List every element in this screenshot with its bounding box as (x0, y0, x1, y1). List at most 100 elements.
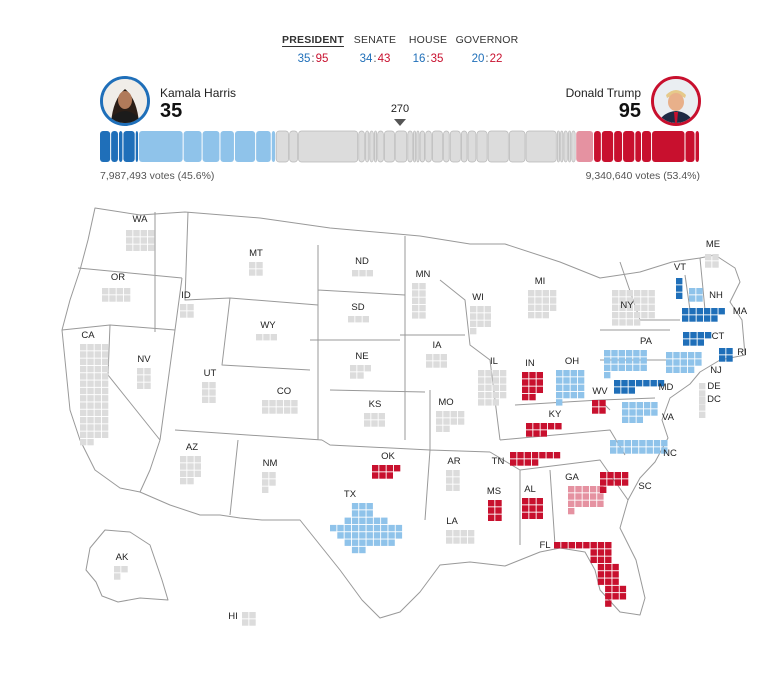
ev-tile-ca-27 (101, 387, 109, 395)
state-label-tn[interactable]: TN (492, 456, 505, 467)
state-label-ms[interactable]: MS (487, 486, 501, 497)
ev-tile-ca-6 (94, 351, 101, 358)
ev-tile-mo-2 (450, 411, 457, 418)
ev-tile-nc-14 (653, 447, 661, 454)
state-label-mt[interactable]: MT (249, 248, 263, 259)
state-label-de[interactable]: DE (707, 381, 720, 392)
state-label-wa[interactable]: WA (133, 214, 149, 225)
state-label-ky[interactable]: KY (549, 409, 562, 420)
ev-tile-mo-6 (450, 418, 457, 425)
state-label-ks[interactable]: KS (369, 399, 382, 410)
ev-tile-wv-0 (592, 400, 599, 407)
ev-tile-nj-5 (666, 359, 673, 366)
ev-tile-nv-1 (144, 368, 151, 375)
ev-tile-ny-22 (641, 311, 648, 319)
state-label-va[interactable]: VA (662, 412, 675, 423)
ev-tile-pa-13 (611, 364, 618, 371)
state-label-ny[interactable]: NY (620, 300, 634, 311)
ev-tile-ar-0 (446, 470, 453, 477)
state-label-mo[interactable]: MO (438, 397, 453, 408)
ev-tile-co-9 (291, 407, 298, 414)
state-label-fl[interactable]: FL (539, 540, 550, 551)
state-label-ia[interactable]: IA (433, 340, 443, 351)
state-label-sc[interactable]: SC (638, 481, 651, 492)
ev-tile-md-0 (614, 380, 621, 387)
state-label-sd[interactable]: SD (351, 302, 364, 313)
state-label-ct[interactable]: CT (712, 331, 725, 342)
ev-tile-va-10 (622, 416, 629, 423)
ev-tile-ga-1 (575, 486, 582, 493)
ev-tile-mi-0 (528, 290, 535, 297)
state-label-pa[interactable]: PA (640, 336, 653, 347)
state-label-ma[interactable]: MA (733, 306, 748, 317)
ev-tile-ia-1 (433, 354, 440, 361)
ev-tile-ky-3 (547, 423, 555, 430)
ev-tile-ne-0 (350, 365, 357, 372)
ev-tile-ga-10 (568, 500, 575, 507)
ev-tile-co-7 (276, 407, 283, 414)
ev-tile-tx-11 (381, 517, 388, 524)
state-label-nv[interactable]: NV (137, 354, 151, 365)
state-label-hi[interactable]: HI (228, 611, 238, 622)
ev-tile-oh-8 (556, 384, 563, 391)
state-label-in[interactable]: IN (525, 358, 535, 369)
ev-tile-hi-3 (249, 619, 256, 626)
ev-tile-sd-0 (348, 316, 355, 323)
ev-tile-ca-44 (80, 424, 87, 431)
state-label-ak[interactable]: AK (116, 552, 129, 563)
state-label-wy[interactable]: WY (260, 320, 276, 331)
ev-tile-tn-0 (510, 452, 517, 459)
ev-tile-ak-0 (114, 566, 121, 573)
state-label-co[interactable]: CO (277, 386, 291, 397)
state-label-il[interactable]: IL (490, 356, 498, 367)
ev-tile-tx-39 (359, 546, 366, 554)
state-label-az[interactable]: AZ (186, 442, 198, 453)
ev-bar-segment-va (220, 131, 234, 162)
ev-bar-segment-id (365, 130, 370, 163)
state-label-ne[interactable]: NE (355, 351, 368, 362)
state-label-dc[interactable]: DC (707, 394, 721, 405)
state-label-nc[interactable]: NC (663, 448, 677, 459)
state-label-or[interactable]: OR (111, 272, 125, 283)
state-label-nh[interactable]: NH (709, 290, 723, 301)
state-label-nm[interactable]: NM (263, 458, 278, 469)
ev-tile-ca-48 (80, 431, 87, 438)
ev-tile-wa-7 (147, 237, 155, 244)
ev-tile-ak-1 (121, 566, 128, 573)
ev-tile-il-8 (478, 384, 485, 391)
ev-tile-ca-40 (80, 417, 87, 424)
ev-bar-segment-ny (525, 130, 557, 163)
ev-tile-tn-6 (553, 452, 561, 459)
state-label-mn[interactable]: MN (416, 269, 431, 280)
state-label-tx[interactable]: TX (344, 489, 357, 500)
ev-tile-ok-2 (386, 465, 393, 472)
state-label-nd[interactable]: ND (355, 256, 369, 267)
state-label-ri[interactable]: RI (737, 347, 747, 358)
state-label-mi[interactable]: MI (535, 276, 546, 287)
state-label-ga[interactable]: GA (565, 472, 579, 483)
state-label-ar[interactable]: AR (447, 456, 460, 467)
state-label-ca[interactable]: CA (81, 330, 95, 341)
ev-tile-nc-11 (631, 447, 639, 454)
ev-tile-ne-4 (357, 372, 364, 379)
state-label-vt[interactable]: VT (674, 262, 686, 273)
ev-bar-segment-ca (298, 130, 359, 163)
ev-tile-mi-9 (535, 304, 542, 311)
ev-bar-segment-me (563, 130, 568, 163)
state-label-wi[interactable]: WI (472, 292, 484, 303)
state-label-ok[interactable]: OK (381, 451, 395, 462)
state-label-ut[interactable]: UT (204, 368, 217, 379)
ev-tile-la-2 (460, 530, 467, 537)
ev-tile-fl-11 (590, 556, 597, 563)
state-label-id[interactable]: ID (181, 290, 191, 301)
ev-tile-ia-2 (440, 354, 447, 361)
state-label-la[interactable]: LA (446, 516, 458, 527)
state-label-wv[interactable]: WV (592, 386, 608, 397)
state-label-al[interactable]: AL (524, 484, 536, 495)
ev-tile-me-2 (705, 261, 712, 268)
state-label-oh[interactable]: OH (565, 356, 579, 367)
state-label-me[interactable]: ME (706, 239, 720, 250)
state-label-md[interactable]: MD (659, 382, 674, 393)
state-label-nj[interactable]: NJ (710, 365, 722, 376)
ev-tile-az-6 (180, 470, 187, 477)
